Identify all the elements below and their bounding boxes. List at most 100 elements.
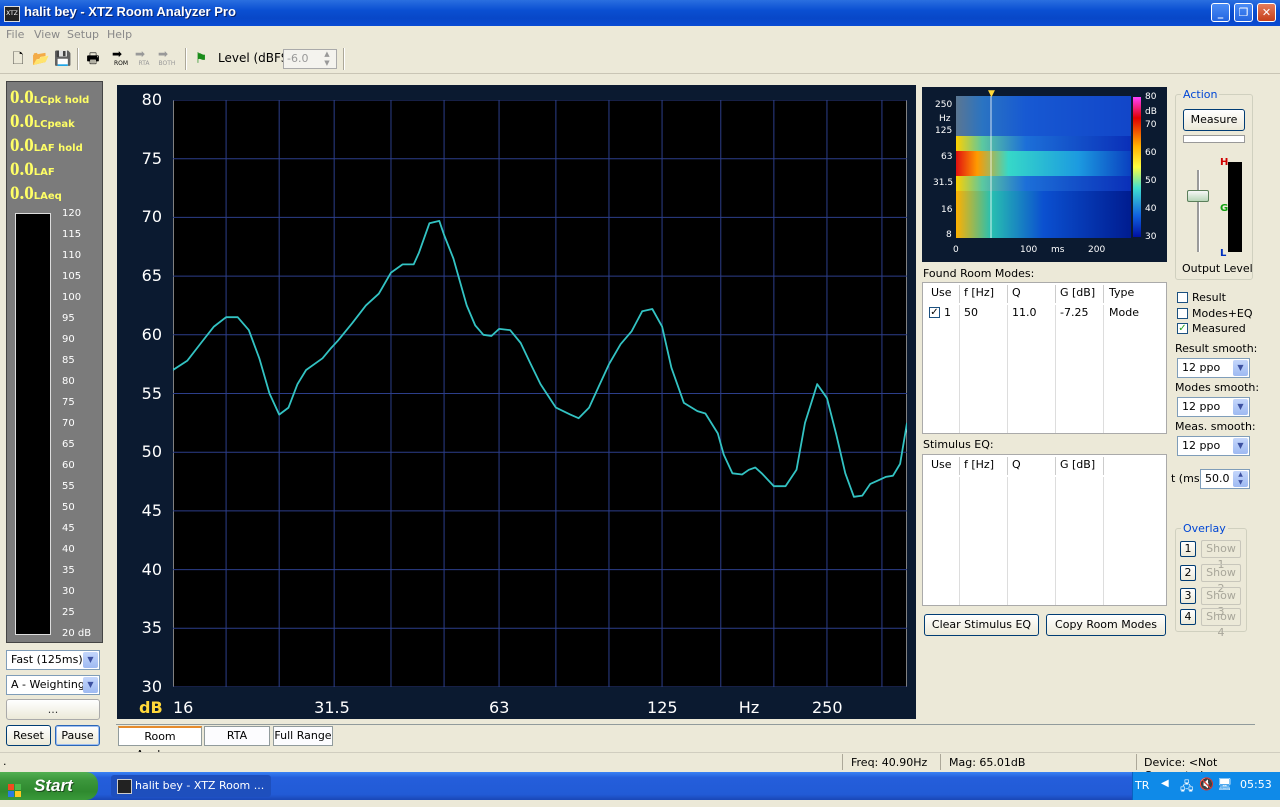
meas-smooth-value: 12 ppo (1182, 439, 1221, 452)
measure-button[interactable]: Measure (1183, 109, 1245, 131)
minimize-button[interactable]: _ (1211, 3, 1230, 22)
menu-view[interactable]: View (34, 28, 60, 41)
show-3-button[interactable]: Show 3 (1201, 587, 1241, 618)
col-q[interactable]: Q (1012, 458, 1021, 471)
new-file-icon[interactable]: 🗋 (8, 49, 28, 69)
menu-file[interactable]: File (6, 28, 24, 41)
both-mode-button[interactable]: ➡ BOTH (156, 47, 180, 70)
level-spinner[interactable]: ▲ ▼ (319, 50, 335, 68)
overlay-2-button[interactable]: 2 (1180, 565, 1196, 581)
chevron-down-icon: ▼ (1233, 438, 1248, 454)
overlay-4-button[interactable]: 4 (1180, 609, 1196, 625)
chevron-down-icon: ▼ (83, 677, 98, 693)
x-tick-label: Hz (738, 698, 760, 717)
meter-scale-tick: 70 (62, 418, 75, 429)
pause-button[interactable]: Pause (55, 725, 100, 746)
show-2-button[interactable]: Show 2 (1201, 564, 1241, 595)
result-smooth-select[interactable]: 12 ppo ▼ (1177, 358, 1250, 378)
spinner-icon: ▲ ▼ (1233, 471, 1248, 487)
output-level-slider[interactable] (1187, 190, 1209, 202)
level-low-label: L (1220, 248, 1227, 259)
maximize-button[interactable]: ❐ (1234, 3, 1253, 22)
result-smooth-label: Result smooth: (1175, 342, 1258, 355)
col-freq[interactable]: f [Hz] (964, 458, 994, 471)
show-1-button[interactable]: Show 1 (1201, 540, 1241, 571)
column-divider (959, 457, 960, 475)
result-checkbox[interactable] (1177, 292, 1188, 303)
measured-label: Measured (1192, 322, 1246, 335)
output-level-bar (1228, 162, 1242, 252)
column-divider (1055, 457, 1056, 475)
meter-scale-tick: 40 (62, 544, 75, 555)
mode-use-checkbox[interactable]: ✓ (929, 307, 940, 318)
copy-room-modes-button[interactable]: Copy Room Modes (1046, 614, 1166, 636)
show-4-button[interactable]: Show 4 (1201, 608, 1241, 639)
spectrogram-mode-band (956, 151, 1131, 176)
meter-scale-tick: 80 (62, 376, 75, 387)
start-button[interactable]: Start (0, 772, 98, 800)
col-use[interactable]: Use (931, 458, 952, 471)
language-indicator[interactable]: TR (1135, 779, 1149, 792)
clear-stimulus-eq-button[interactable]: Clear Stimulus EQ (924, 614, 1039, 636)
spectrogram-plot[interactable] (956, 96, 1131, 238)
open-folder-icon[interactable]: 📂 (31, 49, 51, 69)
col-q[interactable]: Q (1012, 286, 1021, 299)
rta-label: RTA (138, 60, 150, 67)
y-tick-label: 30 (141, 677, 162, 696)
column-divider (1103, 477, 1104, 605)
meter-value: 0.0 (10, 87, 34, 108)
overlay-3-button[interactable]: 3 (1180, 588, 1196, 604)
tab-rta[interactable]: RTA (204, 726, 270, 746)
spectrogram-low-band (956, 191, 1131, 238)
toolbar-separator (77, 48, 79, 70)
weighting-select[interactable]: A - Weighting ▼ (6, 675, 100, 695)
reset-button[interactable]: Reset (6, 725, 51, 746)
col-gain[interactable]: G [dB] (1060, 286, 1095, 299)
col-type[interactable]: Type (1109, 286, 1134, 299)
start-label: Start (34, 776, 73, 795)
meter-scale-tick: 120 (62, 208, 82, 219)
col-freq[interactable]: f [Hz] (964, 286, 994, 299)
modes-smooth-select[interactable]: 12 ppo ▼ (1177, 397, 1250, 417)
column-divider (1103, 457, 1104, 475)
dots-button[interactable]: ... (6, 699, 100, 720)
level-meter-icon: ⚑ (194, 51, 208, 67)
menu-setup[interactable]: Setup (67, 28, 99, 41)
print-icon[interactable]: 🖶 (83, 49, 103, 69)
stimulus-eq-list[interactable]: Use f [Hz] Q G [dB] (922, 454, 1167, 606)
chevron-left-icon[interactable]: ◀ (1161, 778, 1169, 789)
frequency-response-plot[interactable] (173, 100, 907, 687)
modes-eq-checkbox[interactable] (1177, 308, 1188, 319)
rta-mode-button[interactable]: ➡ RTA (133, 47, 157, 70)
rom-mode-button[interactable]: ➡ ROM (110, 47, 134, 70)
menu-help[interactable]: Help (107, 28, 132, 41)
column-divider (1007, 285, 1008, 303)
network-icon[interactable]: 🖧 (1180, 777, 1193, 798)
volume-muted-icon[interactable]: 🔇 (1199, 777, 1214, 791)
mode-gain: -7.25 (1060, 306, 1089, 319)
col-gain[interactable]: G [dB] (1060, 458, 1095, 471)
speed-select[interactable]: Fast (125ms) ▼ (6, 650, 100, 670)
level-label: Level (dBFS) (218, 51, 294, 65)
room-modes-list[interactable]: Use f [Hz] Q G [dB] Type ✓ 1 50 11.0 -7.… (922, 282, 1167, 434)
spectrogram-x-label: ms (1051, 245, 1065, 255)
meter-scale-tick: 110 (62, 250, 82, 261)
meas-smooth-select[interactable]: 12 ppo ▼ (1177, 436, 1250, 456)
tab-full-range[interactable]: Full Range (273, 726, 333, 746)
arrow-right-icon: ➡ (112, 47, 123, 61)
close-button[interactable]: ✕ (1257, 3, 1276, 22)
tab-room-analyzer[interactable]: Room Analyzer (118, 726, 202, 761)
measured-checkbox[interactable]: ✓ (1177, 323, 1188, 334)
meter-scale-tick: 25 (62, 607, 75, 618)
save-icon[interactable]: 💾 (53, 49, 73, 69)
t-ms-input[interactable]: 50.0 ▲ ▼ (1200, 469, 1250, 489)
taskbar-app-button[interactable]: halit bey - XTZ Room ... (111, 775, 271, 797)
x-tick-label: 63 (489, 698, 510, 717)
display-icon[interactable]: 🖥 (1217, 777, 1232, 791)
arrow-right-icon: ➡ (135, 47, 146, 61)
meter-scale-tick: 60 (62, 460, 75, 471)
overlay-1-button[interactable]: 1 (1180, 541, 1196, 557)
modes-smooth-value: 12 ppo (1182, 400, 1221, 413)
meter-scale-tick: 105 (62, 271, 82, 282)
col-use[interactable]: Use (931, 286, 952, 299)
